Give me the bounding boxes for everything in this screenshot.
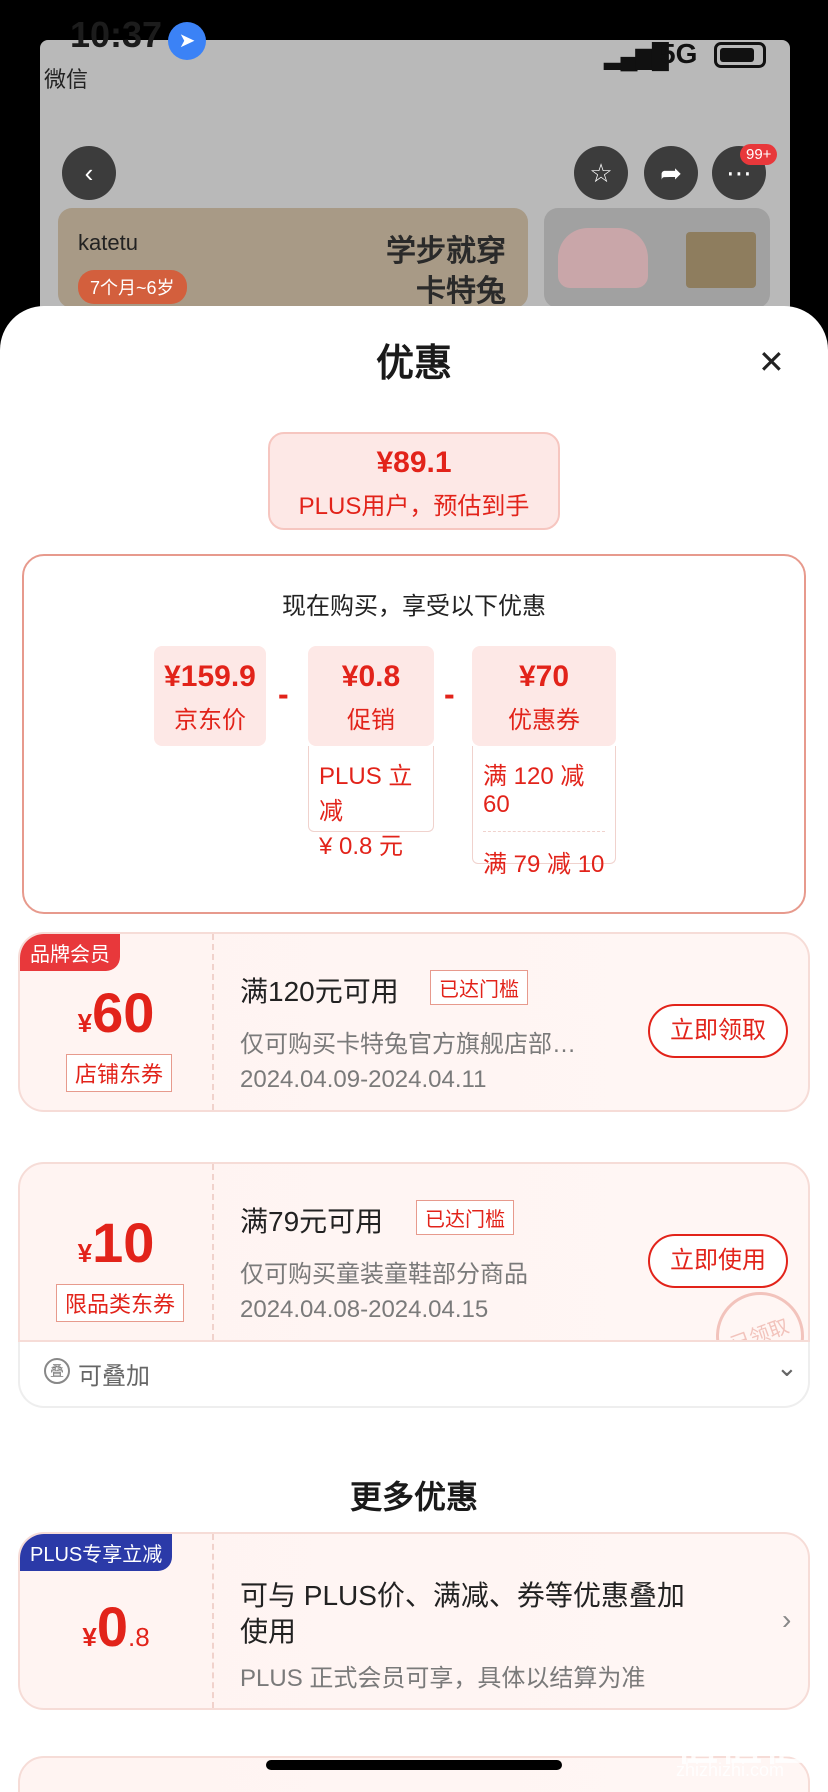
- coupon-desc: 仅可购买卡特兔官方旗舰店部…: [240, 1031, 576, 1058]
- promo-label: 促销: [347, 707, 395, 734]
- star-icon: ☆: [589, 158, 613, 188]
- shoe-image: [558, 228, 648, 288]
- yen-sign: ¥: [77, 1238, 93, 1268]
- status-time: 10:37: [70, 14, 163, 55]
- promo-value: ¥0.8: [341, 660, 401, 693]
- divider: [212, 934, 214, 1110]
- stack-icon: 叠: [44, 1358, 70, 1384]
- use-button[interactable]: 立即使用: [648, 1234, 788, 1288]
- plus-line2: 使用: [240, 1616, 297, 1647]
- estimate-price: ¥89.1: [376, 446, 452, 479]
- coupon-detail-line1: 满 120 减 60: [483, 756, 605, 832]
- screen: 10:37 ➤ 微信 ▂▄▆█ 5G ‹ ☆ ➦ ⋯ 99+ katetu 7个…: [0, 0, 828, 1792]
- plus-line1: 可与 PLUS价、满减、券等优惠叠加: [240, 1580, 685, 1611]
- coupon-type: 限品类东券: [56, 1284, 185, 1322]
- coupon-date: 2024.04.08-2024.04.15: [240, 1296, 489, 1323]
- yen-sign: ¥: [82, 1622, 97, 1652]
- chevron-left-icon: ‹: [84, 158, 94, 188]
- coupon-title: 满79元可用: [240, 1206, 384, 1237]
- signal-icon: ▂▄▆█: [604, 43, 669, 70]
- coupon-title: 满120元可用: [240, 976, 399, 1007]
- plus-amount: ¥0.8: [20, 1594, 212, 1659]
- plus-ribbon: PLUS专享立减: [20, 1534, 173, 1571]
- chevron-right-icon: ›: [782, 1604, 792, 1635]
- share-icon: ➦: [660, 158, 682, 188]
- coupon-detail-line2: 满 79 减 10: [483, 851, 605, 878]
- amount-value: 0: [96, 1595, 128, 1658]
- minus-sign: -: [444, 676, 455, 712]
- coupon-value: ¥70: [518, 660, 570, 693]
- claimed-stamp: 已领取: [703, 1279, 808, 1340]
- threshold-tag: 已达门槛: [416, 1200, 514, 1235]
- age-badge: 7个月~6岁: [78, 270, 187, 304]
- breakdown-heading: 现在购买，享受以下优惠: [282, 593, 546, 620]
- amount-value: 10: [92, 1211, 155, 1274]
- plus-discount-card[interactable]: PLUS专享立减 ¥0.8 可与 PLUS价、满减、券等优惠叠加 使用 PLUS…: [18, 1532, 810, 1710]
- amount-decimal: .8: [127, 1622, 150, 1652]
- jd-price-value: ¥159.9: [164, 660, 256, 693]
- stackable-label: 可叠加: [78, 1363, 150, 1390]
- estimate-bubble: ¥89.1 PLUS用户，预估到手: [268, 432, 560, 530]
- coupon-ribbon: 品牌会员: [20, 934, 120, 971]
- coupon-card: 品牌会员 ¥60 店铺东券 满120元可用 已达门槛 仅可购买卡特兔官方旗舰店部…: [18, 932, 810, 1112]
- divider: [212, 1164, 214, 1340]
- plus-note: PLUS 正式会员可享，具体以结算为准: [240, 1665, 646, 1692]
- discount-breakdown: 现在购买，享受以下优惠 ¥159.9 京东价 - ¥0.8 促销 - ¥70 优…: [22, 554, 806, 914]
- banner-slogan: 学步就穿 卡特兔: [386, 232, 506, 308]
- yen-sign: ¥: [77, 1008, 93, 1038]
- coupon-desc: 仅可购买童装童鞋部分商品: [240, 1261, 528, 1288]
- amount-value: 60: [92, 981, 155, 1044]
- coupon-label: 优惠券: [508, 707, 580, 734]
- coupon-detail: 满 120 减 60 满 79 减 10: [472, 746, 616, 878]
- close-icon[interactable]: ✕: [758, 346, 785, 378]
- coupon-date: 2024.04.09-2024.04.11: [240, 1066, 487, 1093]
- back-to-app[interactable]: 微信: [44, 62, 88, 94]
- promo-detail: PLUS 立减 ¥ 0.8 元: [308, 746, 434, 860]
- product-thumbnail[interactable]: [544, 208, 770, 308]
- back-button[interactable]: ‹: [62, 146, 116, 200]
- jd-price-cell: ¥159.9 京东价: [154, 646, 266, 746]
- sheet-title: 优惠: [375, 343, 452, 385]
- coupon-amount: ¥10: [20, 1210, 212, 1275]
- coupon-cell: ¥70 优惠券: [472, 646, 616, 746]
- share-button[interactable]: ➦: [644, 146, 698, 200]
- more-title: 更多优惠: [349, 1479, 478, 1515]
- estimate-label: PLUS用户，预估到手: [298, 493, 530, 520]
- status-bar: 10:37 ➤ 微信 ▂▄▆█ 5G: [0, 0, 828, 110]
- discount-sheet: 优惠 ✕ ¥89.1 PLUS用户，预估到手 现在购买，享受以下优惠 ¥159.…: [0, 306, 828, 1792]
- divider: [212, 1534, 214, 1708]
- message-badge: 99+: [740, 144, 778, 165]
- slogan-line1: 学步就穿: [386, 235, 506, 268]
- watermark-url: zhizhizhi.com: [676, 1760, 785, 1780]
- favorite-button[interactable]: ☆: [574, 146, 628, 200]
- coupon-amount: ¥60: [20, 980, 212, 1045]
- network-label: 5G: [660, 38, 698, 69]
- stackable-row[interactable]: 叠 可叠加 ⌄: [18, 1342, 810, 1408]
- slogan-line2: 卡特兔: [416, 275, 506, 308]
- battery-icon: [714, 42, 766, 68]
- thumbnail-tag: [686, 232, 756, 288]
- coupon-type: 店铺东券: [66, 1054, 173, 1092]
- location-icon: ➤: [168, 22, 206, 60]
- promo-detail-line1: PLUS 立减: [319, 763, 413, 825]
- promo-cell: ¥0.8 促销: [308, 646, 434, 746]
- promo-detail-line2: ¥ 0.8 元: [319, 833, 404, 860]
- claim-button[interactable]: 立即领取: [648, 1004, 788, 1058]
- threshold-tag: 已达门槛: [430, 970, 528, 1005]
- home-indicator: [266, 1760, 562, 1770]
- brand-logo: katetu: [78, 230, 138, 255]
- coupon-card: ¥10 限品类东券 满79元可用 已达门槛 仅可购买童装童鞋部分商品 2024.…: [18, 1162, 810, 1342]
- chevron-down-icon: ⌄: [776, 1352, 798, 1382]
- minus-sign: -: [278, 676, 289, 712]
- product-banner[interactable]: katetu 7个月~6岁 学步就穿 卡特兔: [58, 208, 528, 308]
- jd-price-label: 京东价: [174, 707, 246, 734]
